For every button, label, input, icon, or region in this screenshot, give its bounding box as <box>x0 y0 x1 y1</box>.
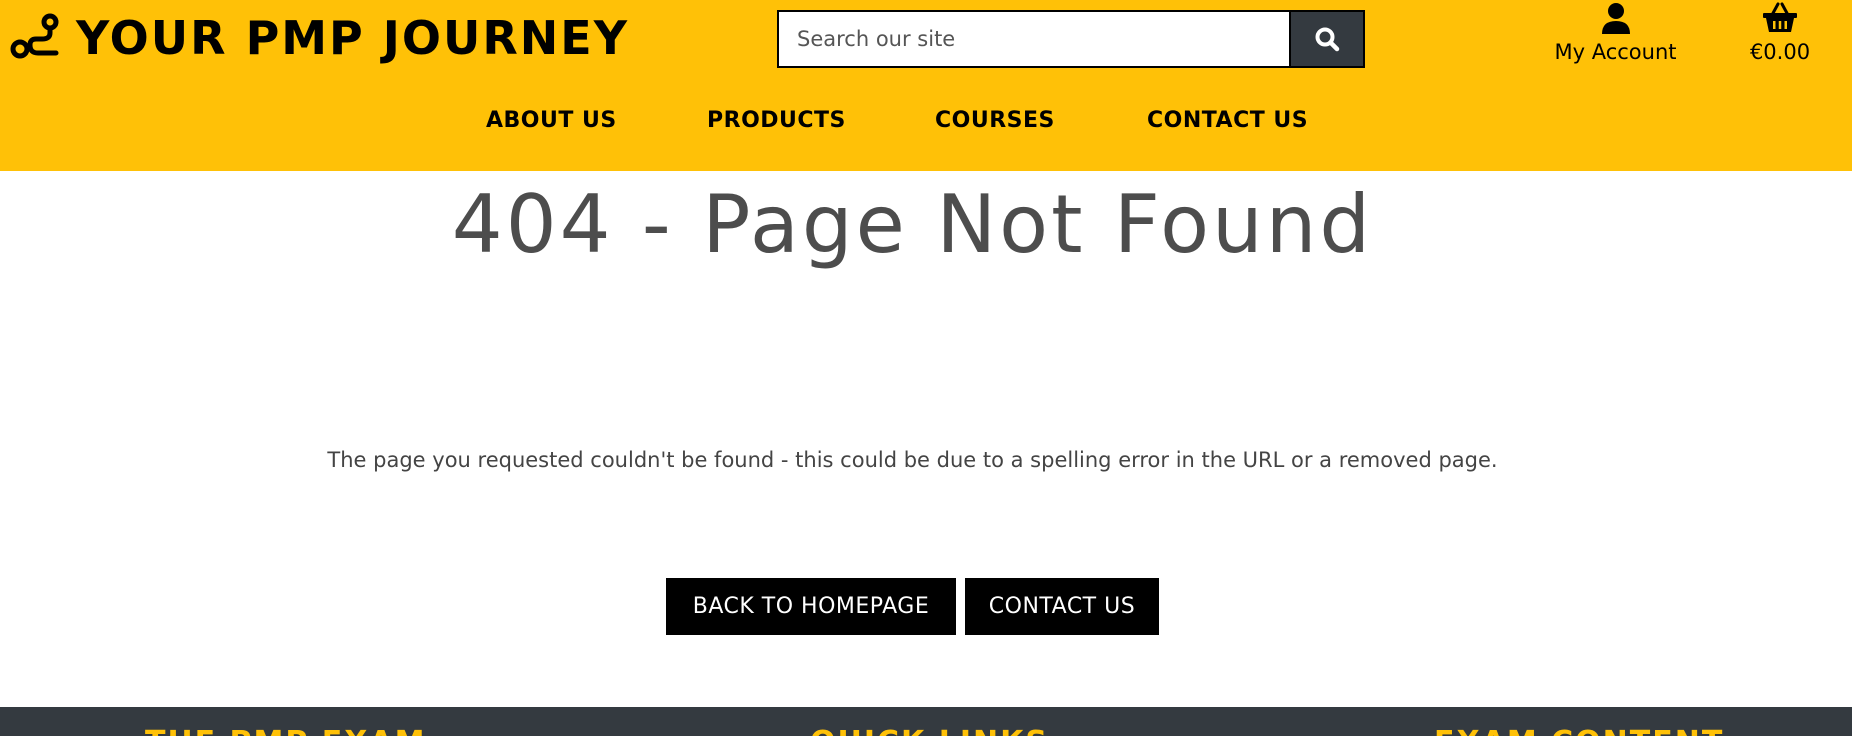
cart-link[interactable]: €0.00 <box>1740 2 1820 64</box>
footer-heading-exam-content: EXAM CONTENT <box>1434 725 1724 736</box>
my-account-label: My Account <box>1554 40 1677 64</box>
route-icon <box>10 13 59 59</box>
nav-item-products[interactable]: PRODUCTS <box>707 108 846 133</box>
brand-name: YOUR PMP JOURNEY <box>76 11 630 65</box>
footer-heading-pmp-exam: THE PMP EXAM <box>145 725 426 736</box>
nav-item-contact-us[interactable]: CONTACT US <box>1147 108 1308 133</box>
brand-logo-link[interactable]: YOUR PMP JOURNEY <box>10 8 629 68</box>
site-header: YOUR PMP JOURNEY My Account €0.00 ABO <box>0 0 1852 171</box>
my-account-link[interactable]: My Account <box>1538 2 1693 64</box>
page-title: 404 - Page Not Found <box>451 178 1374 271</box>
cart-total: €0.00 <box>1749 40 1811 64</box>
nav-item-about-us[interactable]: ABOUT US <box>486 108 617 133</box>
search-button[interactable] <box>1289 12 1363 66</box>
main-nav: ABOUT US PRODUCTS COURSES CONTACT US <box>0 108 1852 148</box>
search-input[interactable] <box>779 12 1289 66</box>
back-to-homepage-button[interactable]: BACK TO HOMEPAGE <box>666 578 956 635</box>
error-message: The page you requested couldn't be found… <box>327 448 1498 472</box>
contact-us-button[interactable]: CONTACT US <box>965 578 1159 635</box>
shopping-basket-icon <box>1763 2 1797 32</box>
nav-item-courses[interactable]: COURSES <box>935 108 1055 133</box>
search-icon <box>1315 27 1340 52</box>
footer-heading-quick-links: QUICK LINKS <box>810 725 1049 736</box>
search-form <box>777 10 1365 68</box>
user-icon <box>1601 3 1630 34</box>
site-footer: THE PMP EXAM QUICK LINKS EXAM CONTENT <box>0 707 1852 736</box>
